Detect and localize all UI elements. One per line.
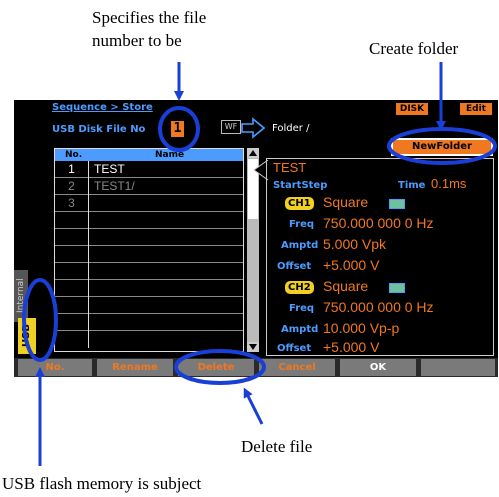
new-folder-highlight bbox=[387, 127, 497, 165]
annotation-graphics bbox=[22, 62, 497, 466]
delete-highlight bbox=[174, 349, 266, 385]
file-number-highlight bbox=[158, 106, 200, 152]
usb-highlight bbox=[22, 278, 58, 362]
delete-arrow bbox=[243, 387, 264, 425]
